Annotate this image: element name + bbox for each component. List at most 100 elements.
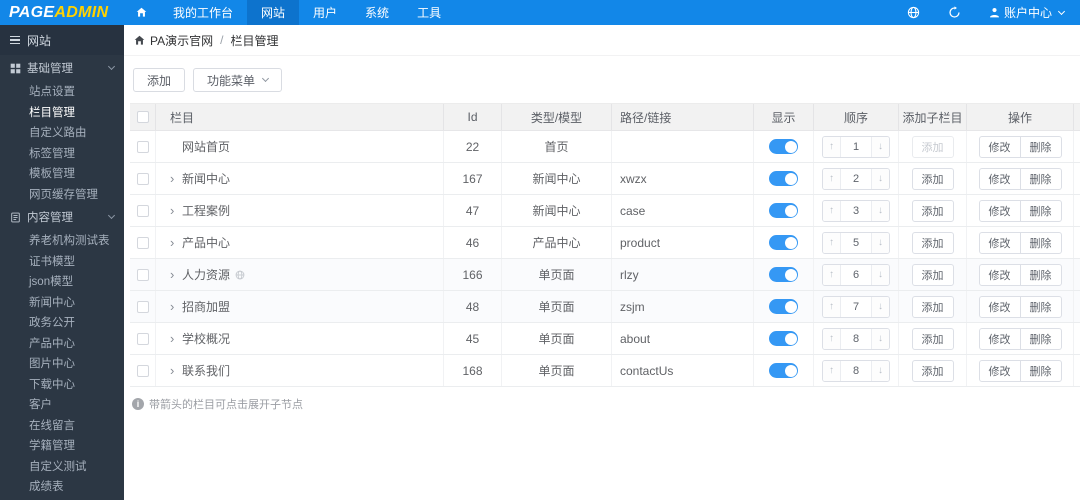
nav-item[interactable]: 系统	[351, 0, 403, 25]
sidebar-item[interactable]: 自定义测试	[0, 456, 124, 477]
order-down-button[interactable]	[871, 264, 889, 285]
sidebar-item[interactable]: 产品中心	[0, 333, 124, 354]
order-up-button[interactable]	[823, 136, 841, 157]
row-checkbox[interactable]	[136, 140, 149, 153]
add-button[interactable]: 添加	[133, 68, 186, 92]
sidebar-item[interactable]: json模型	[0, 271, 124, 292]
visibility-toggle[interactable]	[769, 363, 798, 378]
order-value-input[interactable]: 8	[841, 361, 871, 381]
order-value-input[interactable]: 5	[841, 233, 871, 253]
order-value-input[interactable]: 7	[841, 297, 871, 317]
edit-button[interactable]: 修改	[978, 327, 1021, 350]
expand-arrow-icon[interactable]	[170, 300, 180, 313]
sidebar-item[interactable]: 自定义路由	[0, 122, 124, 143]
nav-item[interactable]: 工具	[403, 0, 455, 25]
visibility-toggle[interactable]	[769, 331, 798, 346]
order-down-button[interactable]	[871, 232, 889, 253]
row-checkbox[interactable]	[136, 204, 149, 217]
expand-arrow-icon[interactable]	[170, 204, 180, 217]
visibility-toggle[interactable]	[769, 299, 798, 314]
expand-arrow-icon[interactable]	[170, 172, 180, 185]
visibility-toggle[interactable]	[769, 203, 798, 218]
account-menu[interactable]: 账户中心	[989, 4, 1066, 21]
app-logo[interactable]: PAGE ADMIN	[0, 0, 124, 25]
sidebar-item[interactable]: 标签管理	[0, 143, 124, 164]
add-child-button[interactable]: 添加	[911, 359, 954, 382]
add-child-button[interactable]: 添加	[911, 295, 954, 318]
add-child-button[interactable]: 添加	[911, 327, 954, 350]
order-down-button[interactable]	[871, 328, 889, 349]
delete-button[interactable]: 删除	[1019, 167, 1062, 190]
expand-arrow-icon[interactable]	[170, 236, 180, 249]
delete-button[interactable]: 删除	[1019, 135, 1062, 158]
sidebar-item[interactable]: 新闻中心	[0, 292, 124, 313]
nav-item[interactable]: 用户	[299, 0, 351, 25]
order-up-button[interactable]	[823, 264, 841, 285]
sidebar-item[interactable]: 栏目管理	[0, 102, 124, 123]
sidebar-item[interactable]: 养老机构测试表	[0, 230, 124, 251]
order-down-button[interactable]	[871, 168, 889, 189]
sidebar-item[interactable]: 网页缓存管理	[0, 184, 124, 205]
order-value-input[interactable]: 3	[841, 201, 871, 221]
delete-button[interactable]: 删除	[1019, 199, 1062, 222]
order-value-input[interactable]: 2	[841, 169, 871, 189]
order-up-button[interactable]	[823, 168, 841, 189]
globe-icon[interactable]	[907, 6, 920, 19]
edit-button[interactable]: 修改	[978, 231, 1021, 254]
sidebar-item[interactable]: 图片中心	[0, 353, 124, 374]
delete-button[interactable]: 删除	[1019, 327, 1062, 350]
edit-button[interactable]: 修改	[978, 167, 1021, 190]
delete-button[interactable]: 删除	[1019, 263, 1062, 286]
sidebar-item[interactable]: 客户	[0, 394, 124, 415]
row-checkbox[interactable]	[136, 236, 149, 249]
nav-home-button[interactable]	[124, 0, 159, 25]
sidebar-item[interactable]: 站点设置	[0, 81, 124, 102]
sidebar-item[interactable]: 下载中心	[0, 374, 124, 395]
order-value-input[interactable]: 6	[841, 265, 871, 285]
edit-button[interactable]: 修改	[978, 135, 1021, 158]
breadcrumb-site-link[interactable]: PA演示官网	[150, 32, 213, 49]
row-checkbox[interactable]	[136, 300, 149, 313]
delete-button[interactable]: 删除	[1019, 231, 1062, 254]
order-down-button[interactable]	[871, 296, 889, 317]
order-up-button[interactable]	[823, 328, 841, 349]
order-value-input[interactable]: 1	[841, 137, 871, 157]
add-child-button[interactable]: 添加	[911, 199, 954, 222]
expand-arrow-icon[interactable]	[170, 332, 180, 345]
order-up-button[interactable]	[823, 232, 841, 253]
row-checkbox[interactable]	[136, 364, 149, 377]
sidebar-item[interactable]: 政务公开	[0, 312, 124, 333]
order-up-button[interactable]	[823, 296, 841, 317]
order-down-button[interactable]	[871, 360, 889, 381]
edit-button[interactable]: 修改	[978, 263, 1021, 286]
add-child-button[interactable]: 添加	[911, 263, 954, 286]
delete-button[interactable]: 删除	[1019, 295, 1062, 318]
sidebar-group-content[interactable]: 内容管理	[0, 204, 124, 230]
visibility-toggle[interactable]	[769, 139, 798, 154]
refresh-icon[interactable]	[948, 6, 961, 19]
edit-button[interactable]: 修改	[978, 199, 1021, 222]
sidebar-item[interactable]: 证书模型	[0, 251, 124, 272]
edit-button[interactable]: 修改	[978, 295, 1021, 318]
visibility-toggle[interactable]	[769, 171, 798, 186]
function-menu-button[interactable]: 功能菜单	[193, 68, 283, 92]
order-up-button[interactable]	[823, 360, 841, 381]
delete-button[interactable]: 删除	[1019, 359, 1062, 382]
order-down-button[interactable]	[871, 200, 889, 221]
sidebar-item[interactable]: 模板管理	[0, 163, 124, 184]
sidebar-item[interactable]: 在线留言	[0, 415, 124, 436]
visibility-toggle[interactable]	[769, 235, 798, 250]
row-checkbox[interactable]	[136, 332, 149, 345]
expand-arrow-icon[interactable]	[170, 268, 180, 281]
edit-button[interactable]: 修改	[978, 359, 1021, 382]
nav-item[interactable]: 我的工作台	[159, 0, 247, 25]
row-checkbox[interactable]	[136, 268, 149, 281]
visibility-toggle[interactable]	[769, 267, 798, 282]
order-value-input[interactable]: 8	[841, 329, 871, 349]
add-child-button[interactable]: 添加	[911, 231, 954, 254]
order-up-button[interactable]	[823, 200, 841, 221]
row-checkbox[interactable]	[136, 172, 149, 185]
select-all-checkbox[interactable]	[136, 111, 149, 123]
order-down-button[interactable]	[871, 136, 889, 157]
sidebar-item[interactable]: 学籍管理	[0, 435, 124, 456]
